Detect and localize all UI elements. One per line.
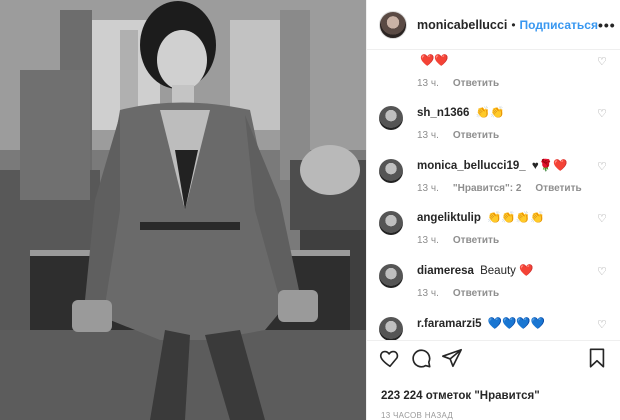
comments-list[interactable]: ❤️❤️ 13 ч. Ответить ♡ sh_n1366 👏👏 13 ч. … xyxy=(367,50,620,340)
comment-text: 👏👏👏👏 xyxy=(487,212,545,224)
comment-time[interactable]: 13 ч. xyxy=(417,235,439,246)
comment-line: ❤️❤️ xyxy=(417,54,608,69)
comment-heart-icon[interactable]: ♡ xyxy=(597,320,608,331)
comment-time[interactable]: 13 ч. xyxy=(417,183,439,194)
comment-line: monica_bellucci19_ ♥🌹❤️ xyxy=(417,159,608,174)
comment-heart-icon[interactable]: ♡ xyxy=(597,162,608,173)
action-icons-row xyxy=(379,347,608,371)
comment-line: angeliktulip 👏👏👏👏 xyxy=(417,211,608,226)
comment-avatar[interactable] xyxy=(379,211,403,235)
comment-line: diameresa Beauty ❤️ xyxy=(417,264,608,279)
paper-plane-icon[interactable] xyxy=(441,347,463,369)
comment-avatar[interactable] xyxy=(379,264,403,288)
comment-heart-icon[interactable]: ♡ xyxy=(597,267,608,278)
comment-reply-button[interactable]: Ответить xyxy=(453,130,499,141)
heart-outline-icon[interactable] xyxy=(379,347,401,369)
comment-avatar[interactable] xyxy=(379,317,403,340)
comment-likes-count[interactable]: "Нравится": 2 xyxy=(453,183,522,194)
comment-username[interactable]: monica_bellucci19_ xyxy=(417,160,526,172)
comment-reply-button[interactable]: Ответить xyxy=(535,183,581,194)
comment-reply-button[interactable]: Ответить xyxy=(453,235,499,246)
comment-text: ♥🌹❤️ xyxy=(531,160,568,172)
comment-username[interactable]: diameresa xyxy=(417,265,474,277)
post-actions: 223 224 отметок "Нравится" 13 ЧАСОВ НАЗА… xyxy=(367,340,620,420)
comment-text: Beauty ❤️ xyxy=(480,265,534,277)
header-separator: • xyxy=(511,17,516,32)
author-avatar[interactable] xyxy=(379,10,407,39)
comment-meta: 13 ч. Ответить xyxy=(417,130,608,141)
comment-text: 👏👏 xyxy=(475,107,505,119)
post-side-panel: monicabellucci • Подписаться ••• ❤️❤️ 13… xyxy=(366,0,620,420)
more-options-icon[interactable]: ••• xyxy=(598,17,616,33)
comment-avatar[interactable] xyxy=(379,106,403,130)
comment-item: r.faramarzi5 💙💙💙💙 ♡ xyxy=(379,317,608,340)
comment-meta: 13 ч. "Нравится": 2 Ответить xyxy=(417,183,608,194)
comment-reply-button[interactable]: Ответить xyxy=(453,78,499,89)
post-photo[interactable] xyxy=(0,0,366,420)
comment-meta: 13 ч. Ответить xyxy=(417,288,608,299)
comment-body: ❤️❤️ 13 ч. Ответить xyxy=(417,54,608,89)
bookmark-icon[interactable] xyxy=(586,347,608,369)
comment-body: monica_bellucci19_ ♥🌹❤️ 13 ч. "Нравится"… xyxy=(417,159,608,194)
comment-time[interactable]: 13 ч. xyxy=(417,130,439,141)
author-username[interactable]: monicabellucci xyxy=(417,18,507,32)
comment-body: r.faramarzi5 💙💙💙💙 xyxy=(417,317,608,332)
comment-username[interactable]: r.faramarzi5 xyxy=(417,318,482,330)
comment-line: r.faramarzi5 💙💙💙💙 xyxy=(417,317,608,332)
comment-body: angeliktulip 👏👏👏👏 13 ч. Ответить xyxy=(417,211,608,246)
comment-meta: 13 ч. Ответить xyxy=(417,235,608,246)
comment-text: ❤️❤️ xyxy=(420,55,449,67)
comment-time[interactable]: 13 ч. xyxy=(417,78,439,89)
comment-text: 💙💙💙💙 xyxy=(487,318,546,330)
comment-username[interactable]: sh_n1366 xyxy=(417,107,469,119)
comment-body: sh_n1366 👏👏 13 ч. Ответить xyxy=(417,106,608,141)
likes-count[interactable]: 223 224 отметок "Нравится" xyxy=(381,390,540,402)
comment-heart-icon[interactable]: ♡ xyxy=(597,214,608,225)
post-photo-art xyxy=(0,0,366,420)
comment-item: diameresa Beauty ❤️ 13 ч. Ответить ♡ xyxy=(379,264,608,299)
comment-reply-button[interactable]: Ответить xyxy=(453,288,499,299)
comment-item: sh_n1366 👏👏 13 ч. Ответить ♡ xyxy=(379,106,608,141)
comment-avatar[interactable] xyxy=(379,159,403,183)
comment-username[interactable]: angeliktulip xyxy=(417,212,481,224)
comment-item: angeliktulip 👏👏👏👏 13 ч. Ответить ♡ xyxy=(379,211,608,246)
post-timestamp[interactable]: 13 ЧАСОВ НАЗАД xyxy=(381,411,453,420)
comment-line: sh_n1366 👏👏 xyxy=(417,106,608,121)
post-header: monicabellucci • Подписаться ••• xyxy=(367,0,620,50)
follow-button[interactable]: Подписаться xyxy=(520,18,598,32)
comment-body: diameresa Beauty ❤️ 13 ч. Ответить xyxy=(417,264,608,299)
comment-heart-icon[interactable]: ♡ xyxy=(597,109,608,120)
comment-heart-icon[interactable]: ♡ xyxy=(597,57,608,68)
comment-time[interactable]: 13 ч. xyxy=(417,288,439,299)
comment-item: monica_bellucci19_ ♥🌹❤️ 13 ч. "Нравится"… xyxy=(379,159,608,194)
comment-meta: 13 ч. Ответить xyxy=(417,78,608,89)
comment-item: ❤️❤️ 13 ч. Ответить ♡ xyxy=(379,54,608,89)
speech-bubble-icon[interactable] xyxy=(410,347,432,369)
